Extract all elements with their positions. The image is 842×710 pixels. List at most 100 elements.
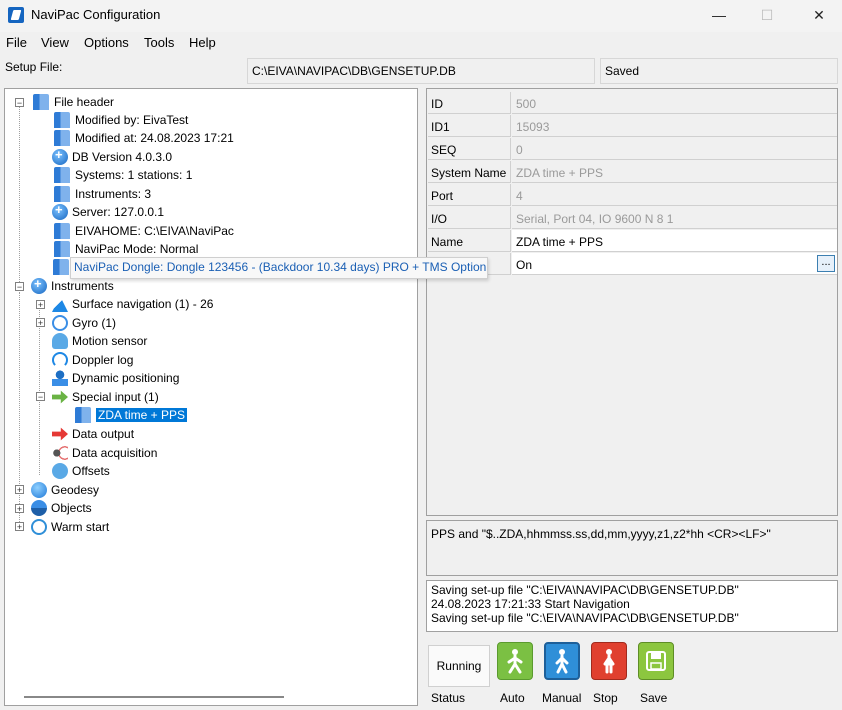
tree-item[interactable]: Dynamic positioning <box>52 369 179 387</box>
tree-objects[interactable]: Objects <box>31 499 92 517</box>
close-button[interactable]: ✕ <box>796 0 842 30</box>
objects-icon <box>31 500 47 516</box>
tree-item[interactable]: Offsets <box>52 462 110 480</box>
tree-label: Instruments <box>51 279 114 293</box>
property-key: SEQ <box>428 138 511 160</box>
tree-file-header[interactable]: File header <box>31 93 114 111</box>
horizontal-scrollbar[interactable] <box>24 696 284 698</box>
log-line: 24.08.2023 17:21:33 Start Navigation <box>431 597 630 611</box>
log-line: Saving set-up file "C:\EIVA\NAVIPAC\DB\G… <box>431 583 739 597</box>
expander-file-header[interactable]: − <box>15 98 24 108</box>
window-title: NaviPac Configuration <box>31 7 161 22</box>
auto-button[interactable] <box>497 642 533 680</box>
tree-item[interactable]: Systems: 1 stations: 1 <box>52 166 192 184</box>
tree-item[interactable]: Gyro (1) <box>52 314 116 332</box>
tree-label: Systems: 1 stations: 1 <box>75 168 193 182</box>
property-key: System Name <box>428 161 511 183</box>
io-mode-value-field[interactable]: On... <box>512 253 837 275</box>
globe-plus-icon <box>52 202 68 220</box>
output-arrow-icon <box>52 427 68 441</box>
property-value: 0 <box>512 138 837 160</box>
floppy-disk-icon <box>646 651 666 671</box>
offsets-icon <box>52 463 68 479</box>
tree-item-selected[interactable]: ZDA time + PPS <box>73 406 188 424</box>
tree-item[interactable]: Special input (1) <box>52 388 159 406</box>
database-icon <box>53 259 69 275</box>
database-icon <box>33 94 49 110</box>
property-value: 4 <box>512 184 837 206</box>
instruments-icon <box>31 276 47 294</box>
menu-help[interactable]: Help <box>189 35 216 50</box>
property-row-seq: SEQ 0 <box>428 138 837 161</box>
menu-options[interactable]: Options <box>84 35 129 50</box>
property-key: Port <box>428 184 511 206</box>
tree-label: Surface navigation (1) - 26 <box>72 297 214 311</box>
input-arrow-icon <box>52 390 68 404</box>
expander-geodesy[interactable]: + <box>15 485 24 495</box>
tree-label: Data output <box>72 427 135 441</box>
app-icon <box>8 7 24 23</box>
database-icon <box>75 407 91 423</box>
database-icon <box>54 167 70 183</box>
tree-item[interactable]: Modified by: EivaTest <box>52 111 188 129</box>
tree-item[interactable]: DB Version 4.0.3.0 <box>52 147 172 166</box>
ellipsis-button[interactable]: ... <box>817 255 835 272</box>
tree-item-dongle[interactable]: NaviPac Dongle: Dongle 123456 - (Backdoo… <box>51 258 486 276</box>
person-icon <box>52 370 68 386</box>
tree-item[interactable]: EIVAHOME: C:\EIVA\NaviPac <box>52 222 234 240</box>
tree-geodesy[interactable]: Geodesy <box>31 481 99 499</box>
tree-item[interactable]: Server: 127.0.0.1 <box>52 202 165 221</box>
tree-item[interactable]: Modified at: 24.08.2023 17:21 <box>52 129 234 147</box>
menu-tools[interactable]: Tools <box>144 35 174 50</box>
property-row-id: ID 500 <box>428 92 837 115</box>
tree-item[interactable]: Motion sensor <box>52 332 147 350</box>
tree-warm-start[interactable]: Warm start <box>31 518 109 536</box>
ship-icon <box>52 296 68 312</box>
maximize-button[interactable]: ☐ <box>744 0 790 30</box>
configuration-tree[interactable]: − File header Modified by: EivaTest Modi… <box>4 88 418 706</box>
tree-item[interactable]: Instruments: 3 <box>52 185 151 203</box>
log-line: Saving set-up file "C:\EIVA\NAVIPAC\DB\G… <box>431 611 739 625</box>
expander-warm-start[interactable]: + <box>15 522 24 532</box>
tree-label: File header <box>54 95 115 109</box>
expander-gyro[interactable]: + <box>36 318 45 328</box>
expander-special-input[interactable]: − <box>36 392 45 402</box>
globe-icon <box>31 482 47 498</box>
menu-file[interactable]: File <box>6 35 27 50</box>
property-description: PPS and "$..ZDA,hhmmss.ss,dd,mm,yyyy,z1,… <box>426 520 838 576</box>
minimize-button[interactable]: — <box>696 0 742 30</box>
property-value: 15093 <box>512 115 837 137</box>
tree-item[interactable]: Doppler log <box>52 351 133 369</box>
io-mode-value: On <box>516 258 533 272</box>
tree-label: Dynamic positioning <box>72 371 180 385</box>
setup-status: Saved <box>600 58 838 84</box>
message-log[interactable]: Saving set-up file "C:\EIVA\NAVIPAC\DB\G… <box>426 580 838 632</box>
manual-button[interactable] <box>544 642 580 680</box>
tree-label: Geodesy <box>51 483 100 497</box>
tree-instruments[interactable]: Instruments <box>31 276 114 295</box>
tree-item[interactable]: NaviPac Mode: Normal <box>52 240 198 258</box>
tree-item[interactable]: Data acquisition <box>52 444 157 462</box>
tree-label: Special input (1) <box>72 390 159 404</box>
expander-objects[interactable]: + <box>15 504 24 514</box>
tree-item[interactable]: Data output <box>52 425 134 443</box>
status-indicator: Running <box>428 645 490 687</box>
database-icon <box>54 186 70 202</box>
tree-item[interactable]: Surface navigation (1) - 26 <box>52 295 213 313</box>
doppler-log-icon <box>52 352 68 368</box>
tree-label: Instruments: 3 <box>75 187 152 201</box>
stop-button[interactable] <box>591 642 627 680</box>
expander-surface-navigation[interactable]: + <box>36 300 45 310</box>
tree-label: Server: 127.0.0.1 <box>72 205 165 219</box>
save-button[interactable] <box>638 642 674 680</box>
menu-view[interactable]: View <box>41 35 69 50</box>
motion-sensor-icon <box>52 333 68 349</box>
expander-instruments[interactable]: − <box>15 282 24 292</box>
property-key: I/O <box>428 207 511 229</box>
tree-label: NaviPac Dongle: Dongle 123456 - (Backdoo… <box>74 260 487 274</box>
tree-label: Objects <box>51 501 92 515</box>
name-value-field[interactable]: ZDA time + PPS <box>512 230 837 252</box>
property-key: ID1 <box>428 115 511 137</box>
gyro-icon <box>52 315 68 331</box>
tree-label: Doppler log <box>72 353 134 367</box>
